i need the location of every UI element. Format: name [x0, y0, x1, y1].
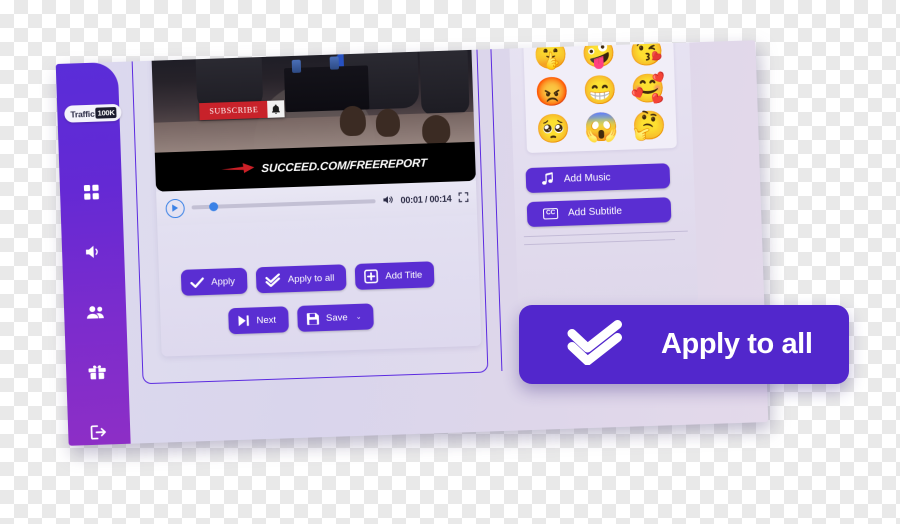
- screenshot-root: Traffic 100K SUBSCRIBE SUCCEED.COM/FREER…: [0, 0, 900, 524]
- emoji-picker: 🤫 🤪 😘 😡 😁 🥰 🥺 😱 🤔: [523, 40, 677, 154]
- video-preview[interactable]: SUBSCRIBE SUCCEED.COM/FREEREPORT: [151, 43, 476, 192]
- emoji-item[interactable]: 🥰: [624, 70, 671, 107]
- speaker-volume-icon: [83, 244, 103, 261]
- plus-square-icon: [364, 269, 379, 284]
- bell-icon: [267, 100, 285, 118]
- emoji-item[interactable]: 😁: [576, 72, 623, 109]
- dashboard-grid-icon: [83, 184, 99, 200]
- emoji-item[interactable]: 🤫: [527, 40, 574, 73]
- save-button[interactable]: Save ⌄: [296, 303, 374, 332]
- chevron-down-icon[interactable]: ⌄: [356, 313, 362, 321]
- add-music-button-label: Add Music: [563, 172, 611, 185]
- app-window: Traffic 100K SUBSCRIBE SUCCEED.COM/FREER…: [55, 40, 769, 446]
- emoji-item[interactable]: 🥺: [530, 110, 577, 147]
- logout-exit-icon: [90, 424, 108, 440]
- next-button[interactable]: Next: [228, 306, 289, 335]
- right-panel: 🤫 🤪 😘 😡 😁 🥰 🥺 😱 🤔 Add Music CC Add Subti…: [509, 40, 699, 309]
- add-music-button[interactable]: Add Music: [525, 163, 671, 194]
- subscribe-overlay: SUBSCRIBE: [199, 100, 285, 121]
- add-title-button-label: Add Title: [385, 269, 423, 282]
- media-actions: Add Music CC Add Subtitle: [525, 163, 672, 228]
- apply-button-label: Apply: [211, 275, 236, 288]
- fullscreen-icon[interactable]: [458, 189, 469, 207]
- logo-badge: 100K: [95, 106, 117, 119]
- sidebar-item-dashboard[interactable]: [78, 180, 105, 203]
- users-people-icon: [85, 304, 104, 320]
- sidebar-item-audio[interactable]: [80, 240, 107, 263]
- double-check-icon: [567, 319, 623, 370]
- floppy-save-icon: [306, 312, 319, 325]
- emoji-item[interactable]: 😘: [623, 40, 670, 69]
- progress-handle[interactable]: [209, 202, 219, 212]
- emoji-item[interactable]: 🤔: [626, 107, 673, 144]
- progress-slider[interactable]: [191, 199, 376, 212]
- save-button-label: Save: [325, 311, 348, 324]
- add-subtitle-button[interactable]: CC Add Subtitle: [526, 197, 672, 228]
- action-row-secondary: Next Save ⌄: [228, 303, 374, 335]
- add-subtitle-button-label: Add Subtitle: [567, 205, 623, 219]
- volume-icon[interactable]: [382, 192, 394, 210]
- apply-to-all-button[interactable]: Apply to all: [255, 264, 347, 294]
- apply-to-all-button-label: Apply to all: [287, 272, 335, 285]
- sidebar-item-products[interactable]: [84, 360, 111, 383]
- red-arrow-right-icon: [221, 160, 256, 179]
- emoji-item[interactable]: 😱: [578, 109, 625, 146]
- briefcase-box-icon: [88, 364, 106, 380]
- double-check-icon: [265, 272, 281, 287]
- apply-button[interactable]: Apply: [180, 267, 248, 296]
- sidebar-item-logout[interactable]: [86, 420, 113, 443]
- play-button[interactable]: [165, 198, 185, 218]
- add-title-button[interactable]: Add Title: [354, 261, 435, 290]
- skip-next-icon: [237, 315, 249, 327]
- editor-card: SUBSCRIBE SUCCEED.COM/FREEREPORT 00:01 /…: [151, 43, 482, 357]
- apply-to-all-callout-label: Apply to all: [661, 328, 813, 360]
- emoji-item[interactable]: 🤪: [575, 40, 622, 71]
- next-button-label: Next: [256, 314, 277, 326]
- video-frame-image: [151, 43, 475, 153]
- emoji-item[interactable]: 😡: [528, 73, 575, 110]
- panel-divider: [490, 41, 503, 372]
- logo-text: Traffic: [70, 108, 95, 120]
- sidebar-nav: [60, 180, 131, 444]
- subscribe-label: SUBSCRIBE: [199, 100, 268, 121]
- closed-caption-icon: CC: [542, 207, 559, 220]
- music-note-icon: [542, 171, 555, 188]
- apply-to-all-callout[interactable]: Apply to all: [519, 305, 849, 384]
- app-logo[interactable]: Traffic 100K: [64, 103, 122, 123]
- video-caption-text: SUCCEED.COM/FREEREPORT: [261, 156, 428, 175]
- panel-divider-lines: [523, 230, 688, 253]
- timecode-label: 00:01 / 00:14: [400, 193, 452, 206]
- play-icon: [171, 199, 179, 217]
- action-row-primary: Apply Apply to all Add Title: [180, 261, 435, 296]
- sidebar-item-members[interactable]: [82, 300, 109, 323]
- check-icon: [190, 276, 204, 288]
